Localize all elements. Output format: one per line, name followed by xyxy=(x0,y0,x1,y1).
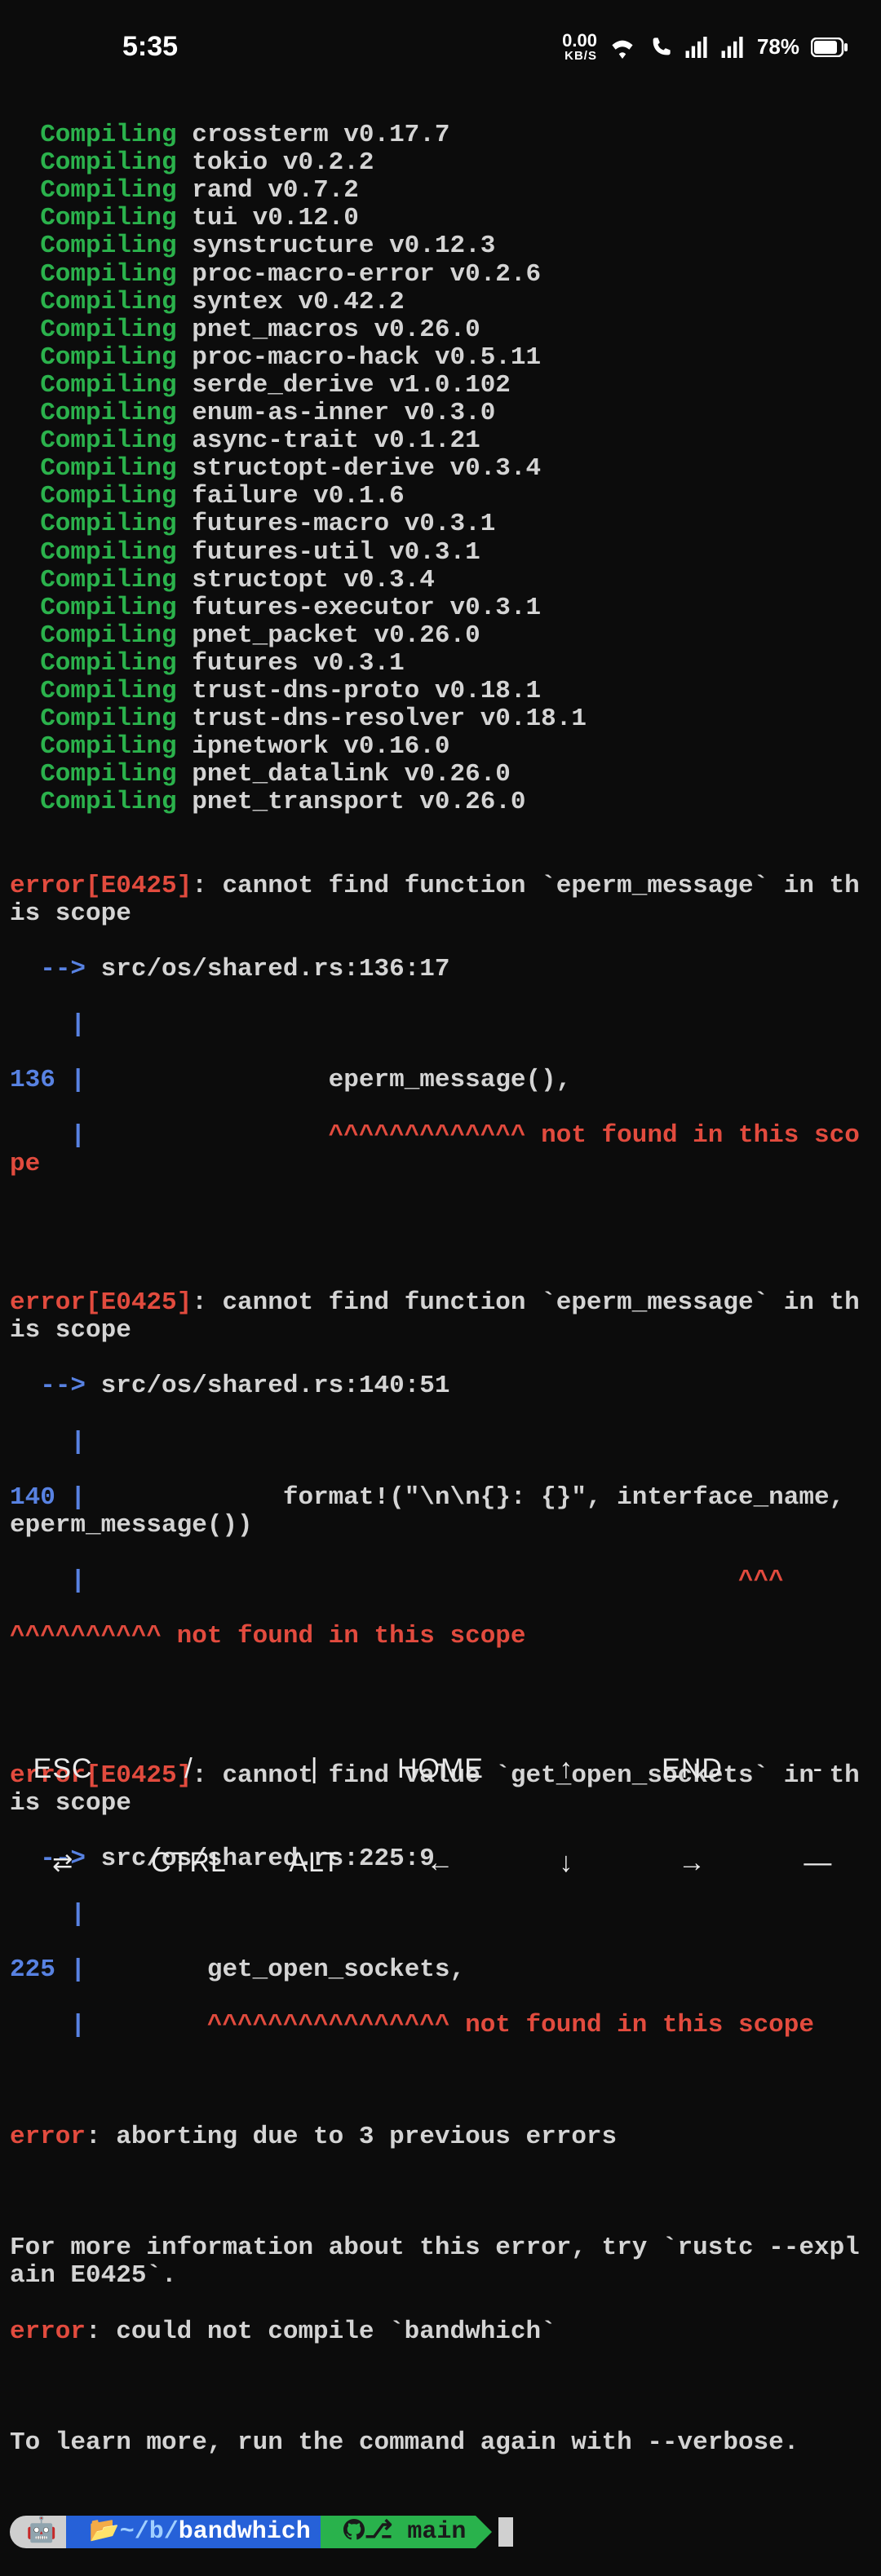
clock: 5:35 xyxy=(33,32,178,62)
error-label: error[ xyxy=(10,1288,101,1317)
compile-line: Compiling proc-macro-error v0.2.6 xyxy=(10,261,871,289)
info-line: For more information about this error, t… xyxy=(10,2234,871,2290)
compile-line: Compiling pnet_transport v0.26.0 xyxy=(10,789,871,816)
wifi-icon xyxy=(609,36,636,59)
compile-line: Compiling tokio v0.2.2 xyxy=(10,149,871,177)
key-left[interactable]: ← xyxy=(378,1830,503,1896)
compile-line: Compiling synstructure v0.12.3 xyxy=(10,232,871,260)
compile-line: Compiling crossterm v0.17.7 xyxy=(10,122,871,149)
error-code: E0425 xyxy=(101,872,177,900)
error-location: src/os/shared.rs:136:17 xyxy=(86,955,449,983)
compile-line: Compiling futures-util v0.3.1 xyxy=(10,539,871,567)
abort-message: : aborting due to 3 previous errors xyxy=(86,2123,617,2151)
key-esc[interactable]: ESC xyxy=(0,1736,126,1802)
key-alt[interactable]: ALT xyxy=(252,1830,378,1896)
code-line: eperm_message(), xyxy=(86,1066,571,1094)
compile-line: Compiling rand v0.7.2 xyxy=(10,177,871,205)
code-line: format!("\n\n{}: {}", interface_name, ep… xyxy=(10,1483,860,1540)
key-home[interactable]: HOME xyxy=(378,1736,503,1802)
shell-prompt[interactable]: 🤖 📂~/b/bandwhich ⎇ main xyxy=(10,2516,871,2548)
compile-line: Compiling structopt v0.3.4 xyxy=(10,567,871,594)
compile-line: Compiling syntex v0.42.2 xyxy=(10,289,871,316)
compile-line: Compiling trust-dns-proto v0.18.1 xyxy=(10,678,871,705)
error-label: error[ xyxy=(10,872,101,900)
compile-line: Compiling enum-as-inner v0.3.0 xyxy=(10,400,871,427)
compile-line: Compiling pnet_macros v0.26.0 xyxy=(10,316,871,344)
line-number: 136 xyxy=(10,1066,70,1094)
signal-icon xyxy=(685,37,710,58)
arrow-icon: --> xyxy=(10,955,86,983)
extra-keys-row-1: ESC / | HOME ↑ END - xyxy=(0,1736,881,1802)
status-bar: 5:35 0.00 KB/S 78% xyxy=(0,0,881,94)
compile-fail-message: : could not compile `bandwhich` xyxy=(86,2318,556,2346)
compile-line: Compiling serde_derive v1.0.102 xyxy=(10,372,871,400)
compile-line: Compiling pnet_datalink v0.26.0 xyxy=(10,761,871,789)
compile-line: Compiling async-trait v0.1.21 xyxy=(10,427,871,455)
extra-keys-row-2: ⇄ CTRL ALT ← ↓ → — xyxy=(0,1830,881,1896)
learn-more-line: To learn more, run the command again wit… xyxy=(10,2429,871,2457)
error-label: error xyxy=(10,2318,86,2346)
compile-line: Compiling pnet_packet v0.26.0 xyxy=(10,622,871,650)
key-right[interactable]: → xyxy=(629,1830,755,1896)
key-up[interactable]: ↑ xyxy=(503,1736,629,1802)
network-speed: 0.00 KB/S xyxy=(562,32,597,62)
key-tab[interactable]: ⇄ xyxy=(0,1831,126,1894)
status-icons: 0.00 KB/S 78% xyxy=(562,32,848,62)
terminal-output[interactable]: Compiling crossterm v0.17.7 Compiling to… xyxy=(0,94,881,2576)
key-slash[interactable]: / xyxy=(126,1736,251,1802)
key-minus[interactable]: — xyxy=(755,1830,881,1896)
volte-icon xyxy=(648,36,674,59)
compile-line: Compiling tui v0.12.0 xyxy=(10,205,871,232)
compile-line: Compiling proc-macro-hack v0.5.11 xyxy=(10,344,871,372)
error-hint: not found in this scope xyxy=(450,2011,814,2039)
prompt-path: 📂~/b/bandwhich xyxy=(66,2516,320,2548)
compile-line: Compiling trust-dns-resolver v0.18.1 xyxy=(10,705,871,733)
key-pipe[interactable]: | xyxy=(252,1736,378,1802)
code-line: get_open_sockets, xyxy=(86,1955,465,1984)
battery-text: 78% xyxy=(757,35,799,59)
error-label: error xyxy=(10,2123,86,2151)
compile-line: Compiling futures v0.3.1 xyxy=(10,650,871,678)
compile-line: Compiling structopt-derive v0.3.4 xyxy=(10,455,871,483)
error-location: src/os/shared.rs:140:51 xyxy=(86,1372,449,1400)
android-icon: 🤖 xyxy=(10,2516,66,2548)
compile-line: Compiling futures-macro v0.3.1 xyxy=(10,510,871,538)
prompt-git-branch: ⎇ main xyxy=(321,2516,476,2548)
signal-icon-2 xyxy=(721,37,746,58)
key-dash[interactable]: - xyxy=(755,1736,881,1802)
key-down[interactable]: ↓ xyxy=(503,1830,629,1896)
battery-icon xyxy=(811,38,848,57)
compile-line: Compiling futures-executor v0.3.1 xyxy=(10,594,871,622)
arrow-icon: --> xyxy=(10,1372,86,1400)
cursor-icon xyxy=(498,2517,513,2547)
error-code: E0425 xyxy=(101,1288,177,1317)
error-hint: not found in this scope xyxy=(162,1622,525,1650)
key-end[interactable]: END xyxy=(629,1736,755,1802)
line-number: 225 xyxy=(10,1955,70,1984)
line-number: 140 xyxy=(10,1483,70,1512)
compile-line: Compiling ipnetwork v0.16.0 xyxy=(10,733,871,761)
compile-line: Compiling failure v0.1.6 xyxy=(10,483,871,510)
key-ctrl[interactable]: CTRL xyxy=(126,1830,251,1896)
